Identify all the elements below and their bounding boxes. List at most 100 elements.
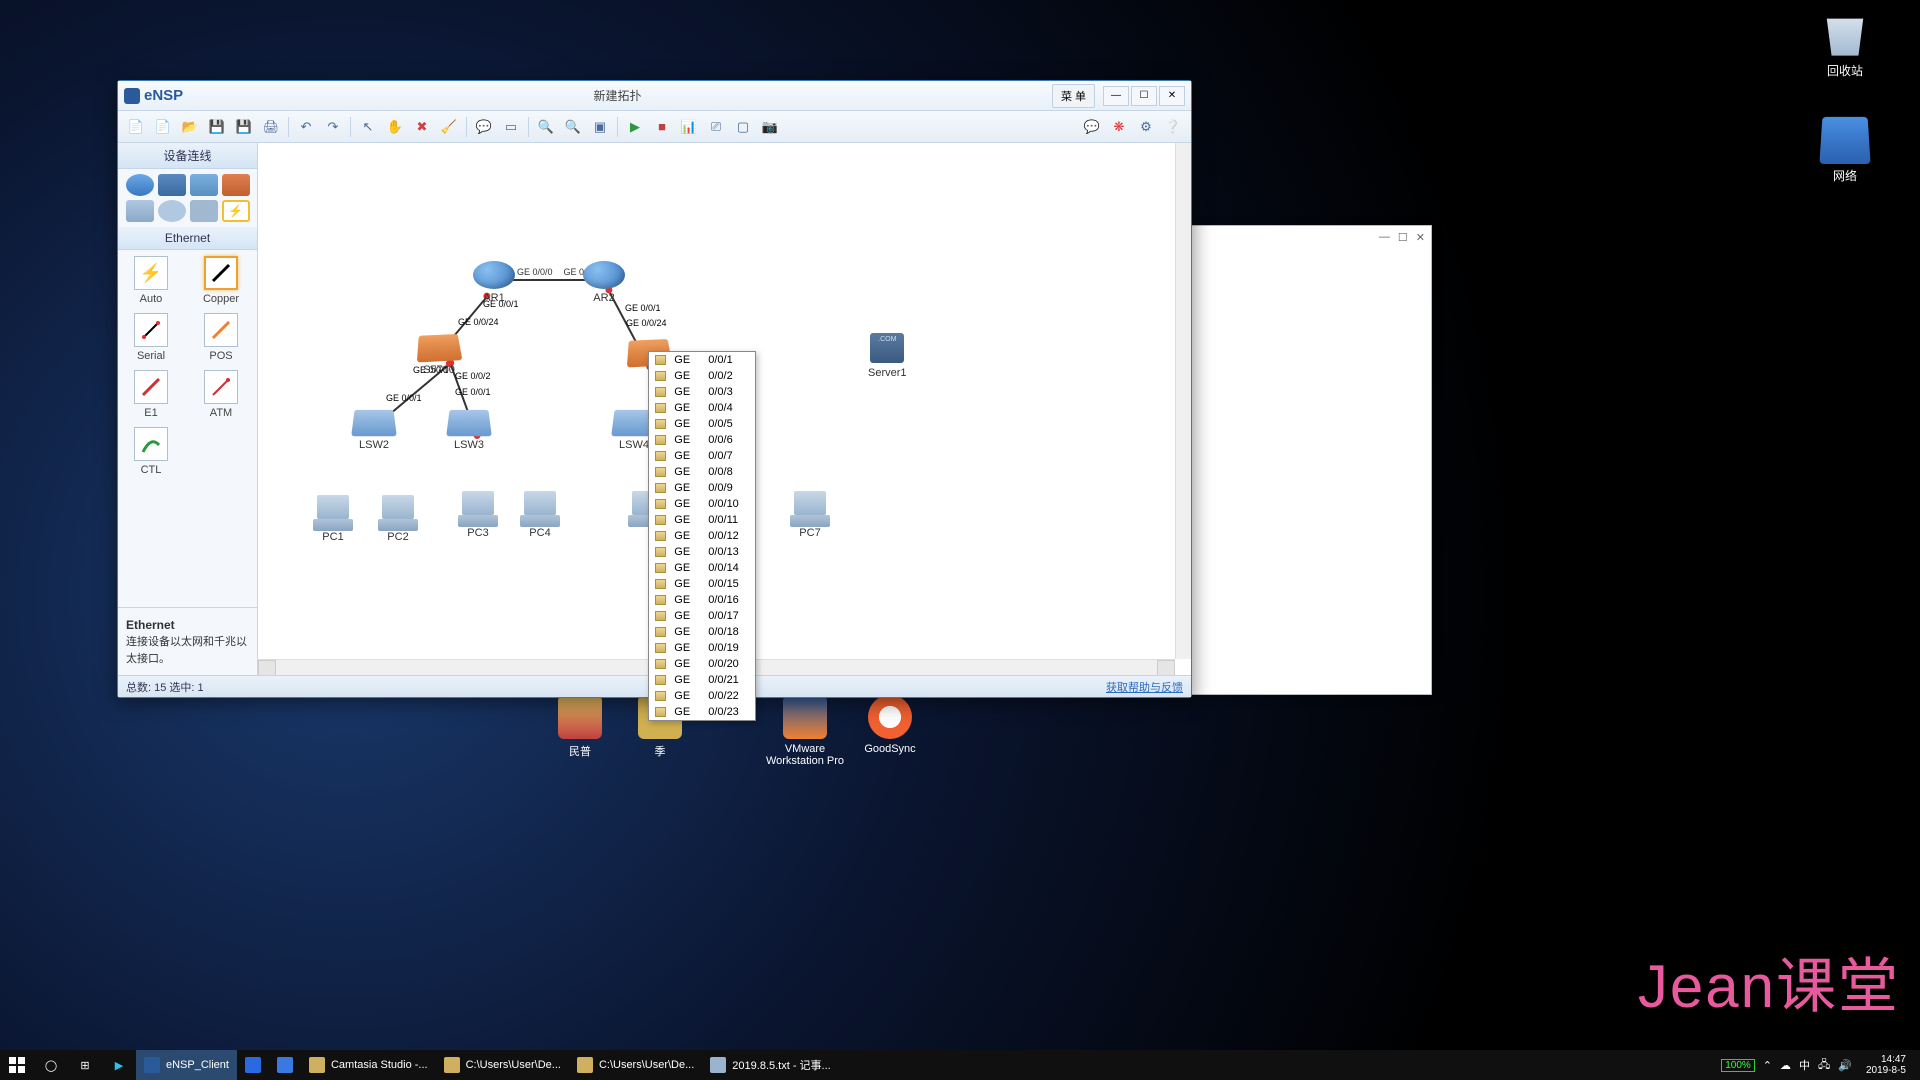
search-button[interactable]: ◯ [34,1050,68,1080]
conn-auto[interactable]: ⚡Auto [126,256,176,305]
taskview-button[interactable]: ⊞ [68,1050,102,1080]
port-option[interactable]: GE0/0/3 [649,384,755,400]
stop-button[interactable]: ■ [650,115,674,139]
msg-button[interactable]: 💬 [1080,115,1104,139]
port-option[interactable]: GE0/0/22 [649,688,755,704]
notepad-close[interactable]: ✕ [1416,231,1425,244]
port-option[interactable]: GE0/0/15 [649,576,755,592]
port-option[interactable]: GE0/0/2 [649,368,755,384]
taskbar-task[interactable] [269,1050,301,1080]
conn-e1[interactable]: E1 [126,370,176,419]
conn-atm[interactable]: ATM [196,370,246,419]
taskbar-task[interactable]: C:\Users\User\De... [569,1050,702,1080]
help-button[interactable]: ❔ [1161,115,1185,139]
undo-button[interactable]: ↶ [294,115,318,139]
port-option[interactable]: GE0/0/12 [649,528,755,544]
tray-cloud-icon[interactable]: ☁ [1780,1059,1791,1072]
port-option[interactable]: GE0/0/7 [649,448,755,464]
device-cat-switch[interactable] [158,174,186,196]
close-button[interactable]: ✕ [1159,86,1185,106]
start-button[interactable] [0,1050,34,1080]
new-button[interactable]: 📄 [151,115,175,139]
notepad-max[interactable]: ☐ [1398,231,1408,244]
notepad-window[interactable]: — ☐ ✕ [1188,225,1432,695]
conn-ctl[interactable]: CTL [126,427,176,476]
conn-serial[interactable]: Serial [126,313,176,362]
zoomin-button[interactable]: 🔍 [534,115,558,139]
port-option[interactable]: GE0/0/19 [649,640,755,656]
port-option[interactable]: GE0/0/10 [649,496,755,512]
media-button[interactable]: ▶ [102,1050,136,1080]
device-cat-wlan[interactable] [190,174,218,196]
taskbar-task[interactable]: 2019.8.5.txt - 记事... [702,1050,838,1080]
port-option[interactable]: GE0/0/9 [649,480,755,496]
port-option[interactable]: GE0/0/1 [649,352,755,368]
tray-network-icon[interactable]: 🖧 [1818,1056,1830,1075]
conn-pos[interactable]: POS [196,313,246,362]
desktop-recycle-bin[interactable]: 回收站 [1810,10,1880,79]
desktop-shortcut-goodsync[interactable]: GoodSync [850,695,930,755]
tray-chevron-icon[interactable]: ⌃ [1763,1059,1772,1072]
scrollbar-vertical[interactable] [1175,143,1191,659]
delete-button[interactable]: ✖ [410,115,434,139]
broom-button[interactable]: 🧹 [437,115,461,139]
taskbar-task[interactable]: C:\Users\User\De... [436,1050,569,1080]
open-button[interactable]: 📂 [178,115,202,139]
port-option[interactable]: GE0/0/13 [649,544,755,560]
tray-volume-icon[interactable]: 🔊 [1838,1059,1852,1072]
saveas-button[interactable]: 💾 [232,115,256,139]
port-option[interactable]: GE0/0/5 [649,416,755,432]
port-option[interactable]: GE0/0/4 [649,400,755,416]
desktop-shortcut-1[interactable]: 民普 [540,695,620,759]
maximize-button[interactable]: ☐ [1131,86,1157,106]
device-cat-cloud[interactable] [158,200,186,222]
titlebar[interactable]: eNSP 新建拓扑 菜 单 — ☐ ✕ [118,81,1191,111]
taskbar-task[interactable]: Camtasia Studio -... [301,1050,436,1080]
minimize-button[interactable]: — [1103,86,1129,106]
cli-button[interactable]: ⎚ [704,115,728,139]
port-option[interactable]: GE0/0/17 [649,608,755,624]
screenshot-button[interactable]: 📷 [758,115,782,139]
zoomout-button[interactable]: 🔍 [561,115,585,139]
port-option[interactable]: GE0/0/14 [649,560,755,576]
node-s5700[interactable]: S5700 [418,333,460,376]
port-option[interactable]: GE0/0/20 [649,656,755,672]
port-option[interactable]: GE0/0/23 [649,704,755,720]
port-option[interactable]: GE0/0/6 [649,432,755,448]
pan-tool[interactable]: ✋ [383,115,407,139]
port-option[interactable]: GE0/0/16 [649,592,755,608]
node-lsw3[interactable]: LSW3 [448,408,490,451]
new-topo-button[interactable]: 📄 [124,115,148,139]
device-cat-other[interactable] [190,200,218,222]
device-cat-pc[interactable] [126,200,154,222]
huawei-icon[interactable]: ❋ [1107,115,1131,139]
taskbar-task[interactable]: eNSP_Client [136,1050,237,1080]
node-pc7[interactable]: PC7 [790,491,830,539]
port-option[interactable]: GE0/0/18 [649,624,755,640]
node-pc1[interactable]: PC1 [313,495,353,543]
redo-button[interactable]: ↷ [321,115,345,139]
node-lsw2[interactable]: LSW2 [353,408,395,451]
window-button[interactable]: ▢ [731,115,755,139]
node-pc3[interactable]: PC3 [458,491,498,539]
port-option[interactable]: GE0/0/21 [649,672,755,688]
battery-indicator[interactable]: 100% [1721,1059,1755,1072]
device-cat-router[interactable] [126,174,154,196]
desktop-network[interactable]: 网络 [1810,115,1880,184]
taskbar-task[interactable] [237,1050,269,1080]
conn-copper[interactable]: Copper [196,256,246,305]
notepad-min[interactable]: — [1379,231,1390,243]
start-button[interactable]: ▶ [623,115,647,139]
port-option[interactable]: GE0/0/11 [649,512,755,528]
select-tool[interactable]: ↖ [356,115,380,139]
menu-button[interactable]: 菜 单 [1052,84,1095,108]
port-selection-popup[interactable]: GE0/0/1GE0/0/2GE0/0/3GE0/0/4GE0/0/5GE0/0… [648,351,756,721]
status-feedback-link[interactable]: 获取帮助与反馈 [1106,679,1183,695]
text-tool[interactable]: 💬 [472,115,496,139]
tray-ime[interactable]: 中 [1799,1057,1810,1073]
node-pc4[interactable]: PC4 [520,491,560,539]
taskbar-clock[interactable]: 14:47 2019-8-5 [1860,1054,1912,1076]
device-cat-firewall[interactable] [222,174,250,196]
port-option[interactable]: GE0/0/8 [649,464,755,480]
node-ar1[interactable]: AR1 [473,261,515,304]
